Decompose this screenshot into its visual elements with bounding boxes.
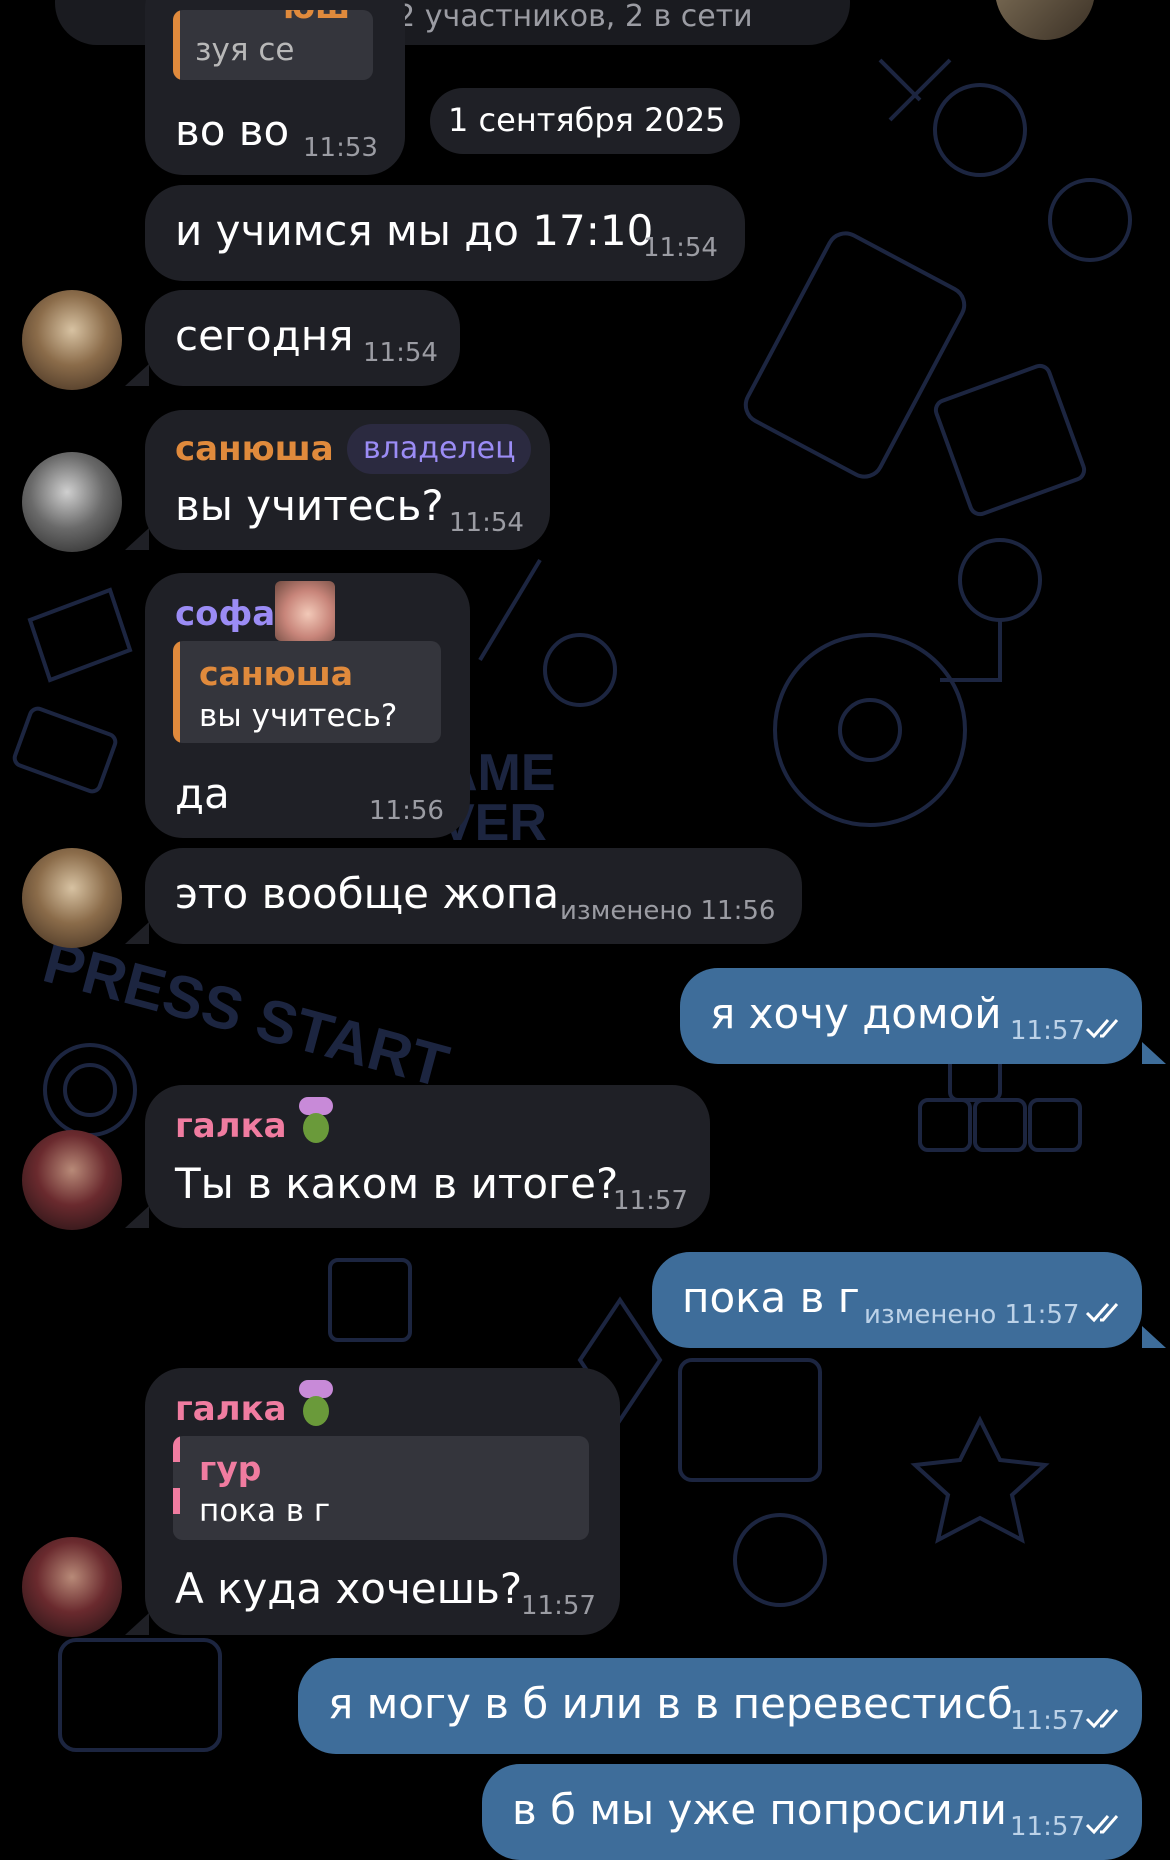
sticker-icon <box>275 581 335 641</box>
double-check-icon <box>1085 1303 1119 1323</box>
avatar[interactable] <box>22 1537 122 1637</box>
flower-icon <box>295 1380 337 1432</box>
message-bubble[interactable]: галка Ты в каком в итоге? 11:57 <box>145 1085 710 1228</box>
message-text: да <box>175 769 230 818</box>
bubble-tail <box>1142 1326 1166 1348</box>
message-time: изменено 11:56 <box>560 896 776 926</box>
reply-bar <box>173 1436 180 1540</box>
bubble-tail <box>125 364 149 386</box>
reply-preview[interactable]: юш зуя се <box>173 10 373 80</box>
message-text: я хочу домой <box>710 989 1002 1038</box>
double-check-icon <box>1085 1019 1119 1039</box>
message-bubble-outgoing[interactable]: в б мы уже попросили 11:57 <box>482 1764 1142 1860</box>
message-time: изменено 11:57 <box>864 1300 1080 1330</box>
bubble-tail <box>1142 1042 1166 1064</box>
sender-name[interactable]: галка <box>175 1392 287 1426</box>
reply-preview[interactable]: санюша вы учитесь? <box>173 641 441 743</box>
message-time: 11:57 <box>1010 1812 1085 1842</box>
reply-text: вы учитесь? <box>199 698 398 734</box>
message-bubble[interactable]: галка гур пока в г А куда хочешь? 11:57 <box>145 1368 620 1635</box>
message-bubble[interactable]: это вообще жопа изменено 11:56 <box>145 848 802 944</box>
chat-subtitle: 12 участников, 2 в сети <box>377 0 753 34</box>
flower-icon <box>295 1097 337 1149</box>
message-time: 11:57 <box>613 1186 688 1216</box>
message-text: в б мы уже попросили <box>512 1785 1007 1834</box>
message-text: во во <box>175 106 290 155</box>
message-text: пока в г <box>682 1273 860 1322</box>
avatar[interactable] <box>22 452 122 552</box>
svg-text:PRESS START: PRESS START <box>37 928 456 1100</box>
message-time: 11:57 <box>1010 1016 1085 1046</box>
message-bubble[interactable]: санюша владелец вы учитесь? 11:54 <box>145 410 550 550</box>
message-time: 11:56 <box>369 796 444 826</box>
reply-sender: юш <box>283 10 350 23</box>
message-text: и учимся мы до 17:10 <box>175 206 654 255</box>
sender-name[interactable]: галка <box>175 1109 287 1143</box>
sender-name[interactable]: санюша <box>175 432 334 466</box>
reply-bar <box>173 10 180 80</box>
reply-text: зуя се <box>195 32 295 68</box>
reply-sender: санюша <box>199 654 354 693</box>
message-text: Ты в каком в итоге? <box>175 1159 619 1208</box>
bubble-tail <box>125 1206 149 1228</box>
bubble-tail <box>125 1613 149 1635</box>
bubble-tail <box>125 922 149 944</box>
message-text: вы учитесь? <box>175 481 444 530</box>
message-time: 11:57 <box>1010 1706 1085 1736</box>
double-check-icon <box>1085 1815 1119 1835</box>
bubble-tail <box>125 528 149 550</box>
message-bubble[interactable]: юш зуя се во во 11:53 <box>145 0 405 175</box>
message-time: 11:54 <box>449 508 524 538</box>
avatar[interactable] <box>22 1130 122 1230</box>
sender-name[interactable]: софа <box>175 597 275 631</box>
message-bubble[interactable]: и учимся мы до 17:10 11:54 <box>145 185 745 281</box>
message-text: это вообще жопа <box>175 869 560 918</box>
avatar[interactable] <box>22 290 122 390</box>
reply-preview[interactable]: гур пока в г <box>173 1436 589 1540</box>
message-time: 11:57 <box>521 1591 596 1621</box>
double-check-icon <box>1085 1709 1119 1729</box>
message-bubble[interactable]: софа санюша вы учитесь? да 11:56 <box>145 573 470 838</box>
role-badge: владелец <box>347 424 531 474</box>
reply-sender: гур <box>199 1449 262 1488</box>
message-bubble-outgoing[interactable]: я хочу домой 11:57 <box>680 968 1142 1064</box>
message-bubble-outgoing[interactable]: пока в г изменено 11:57 <box>652 1252 1142 1348</box>
date-badge: 1 сентября 2025 <box>430 88 740 154</box>
message-time: 11:54 <box>363 338 438 368</box>
message-text: сегодня <box>175 311 354 360</box>
avatar[interactable] <box>22 848 122 948</box>
message-time: 11:53 <box>303 133 378 163</box>
message-text: А куда хочешь? <box>175 1564 523 1613</box>
message-bubble[interactable]: сегодня 11:54 <box>145 290 460 386</box>
message-time: 11:54 <box>643 233 718 263</box>
reply-text: пока в г <box>199 1493 331 1529</box>
message-bubble-outgoing[interactable]: я могу в б или в в перевестисб 11:57 <box>298 1658 1142 1754</box>
reply-bar <box>173 641 180 743</box>
message-text: я могу в б или в в перевестисб <box>328 1679 1013 1728</box>
